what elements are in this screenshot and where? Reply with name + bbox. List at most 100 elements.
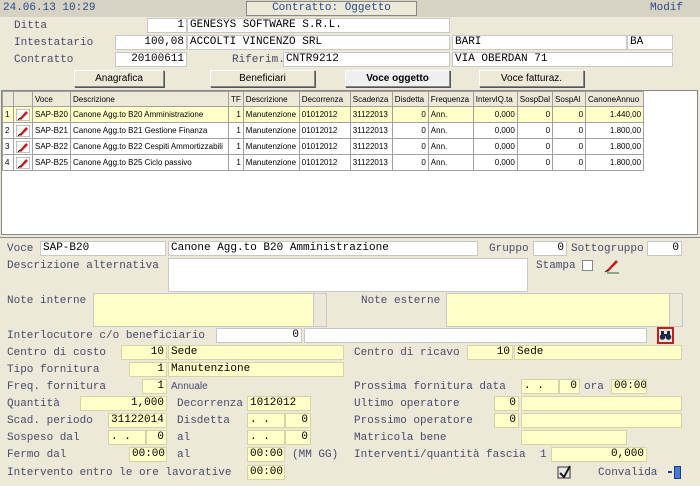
ora-field[interactable]: 00:00	[611, 379, 647, 394]
tab-voce-fatturaz[interactable]: Voce fatturaz.	[479, 70, 584, 87]
table-row[interactable]: 3 SAP-B22 Canone Agg.to B22 Cespiti Ammo…	[2, 138, 645, 155]
column-header[interactable]: Descrizione	[242, 91, 300, 107]
matricola-field[interactable]	[521, 430, 627, 445]
cell-sosp-al: 0	[552, 106, 587, 123]
interlocutore-code-field[interactable]: 0	[216, 328, 302, 343]
fermo-al-field[interactable]: 00:00	[247, 447, 285, 462]
tipo-fornitura-code-field[interactable]: 1	[129, 362, 167, 377]
sospeso-dal-value-field[interactable]: 0	[146, 430, 167, 445]
decorrenza-field[interactable]: 1012012	[247, 396, 311, 411]
pencil-edit-icon[interactable]	[16, 124, 30, 137]
convalida-toggle[interactable]	[668, 465, 684, 480]
matricola-label: Matricola bene	[354, 432, 447, 444]
cell-sosp-dal: 0	[516, 138, 554, 155]
column-header[interactable]: IntervlQ.ta	[472, 91, 518, 107]
prossima-fornitura-date-field[interactable]: . .	[521, 379, 559, 394]
scrollbar[interactable]	[313, 294, 326, 326]
column-header[interactable]: Descrizione	[70, 91, 229, 107]
fermo-al-label: al	[177, 449, 191, 461]
intestatario-code-field[interactable]: 100,08	[115, 35, 187, 50]
column-header[interactable]: CanoneAnnuo	[585, 91, 645, 107]
cell-frequenza: Ann.	[427, 106, 474, 123]
tipo-fornitura-desc-field[interactable]: Manutenzione	[168, 362, 344, 377]
pencil-edit-icon[interactable]	[16, 156, 30, 169]
ultimo-operatore-code-field[interactable]: 0	[494, 396, 519, 411]
cell-voce: SAP-B20	[32, 106, 71, 123]
edit-row-button[interactable]	[13, 138, 33, 155]
column-header[interactable]: Disdetta	[391, 91, 429, 107]
save-disk-icon[interactable]	[556, 464, 572, 480]
cell-canone-annuo: 1.800,00	[585, 154, 645, 171]
prossima-fornitura-value-field[interactable]: 0	[559, 379, 580, 394]
intestatario-name-field[interactable]: ACCOLTI VINCENZO SRL	[187, 35, 450, 50]
intestatario-prov-field[interactable]: BA	[627, 35, 673, 50]
column-header[interactable]: SospAl	[552, 91, 587, 107]
scrollbar[interactable]	[669, 294, 682, 326]
tab-voce-oggetto[interactable]: Voce oggetto	[345, 70, 450, 87]
cell-interv-qta: 0,000	[472, 154, 518, 171]
sospeso-dal-label: Sospeso dal	[7, 432, 80, 444]
interlocutore-name-field[interactable]	[304, 328, 647, 343]
edit-row-button[interactable]	[13, 154, 33, 171]
ultimo-operatore-name-field[interactable]	[521, 396, 682, 411]
centro-ricavo-code-field[interactable]: 10	[467, 345, 513, 360]
intestatario-city-field[interactable]: BARI	[452, 35, 627, 50]
cell-scadenza: 31122013	[349, 106, 393, 123]
column-header[interactable]: SospDal	[516, 91, 554, 107]
table-row[interactable]: 1 SAP-B20 Canone Agg.to B20 Amministrazi…	[2, 106, 645, 123]
address-field[interactable]: VIA OBERDAN 71	[452, 52, 673, 67]
centro-costo-code-field[interactable]: 10	[121, 345, 167, 360]
binoculars-icon[interactable]	[659, 329, 672, 342]
column-header[interactable]: Voce	[32, 91, 71, 107]
prossimo-operatore-name-field[interactable]	[521, 413, 682, 428]
table-row[interactable]: 4 SAP-B25 Canone Agg.to B25 Ciclo passiv…	[2, 154, 645, 171]
intervento-ore-field[interactable]: 00:00	[247, 465, 285, 480]
pencil-edit-icon[interactable]	[16, 108, 30, 121]
sottogruppo-label: Sottogruppo	[571, 243, 644, 255]
fermo-dal-field[interactable]: 00:00	[129, 447, 167, 462]
voce-desc-field[interactable]: Canone Agg.to B20 Amministrazione	[168, 241, 478, 256]
search-button[interactable]	[657, 327, 674, 344]
ditta-name-field[interactable]: GENESYS SOFTWARE S.R.L.	[187, 18, 450, 33]
tab-anagrafica[interactable]: Anagrafica	[74, 70, 164, 87]
cell-tf: 1	[228, 106, 244, 123]
freq-fornitura-code-field[interactable]: 1	[142, 379, 167, 394]
edit-row-button[interactable]	[13, 122, 33, 139]
edit-row-button[interactable]	[13, 106, 33, 123]
pencil-edit-icon[interactable]	[603, 257, 620, 274]
voce-code-field[interactable]: SAP-B20	[40, 241, 166, 256]
contratto-field[interactable]: 20100611	[115, 52, 187, 67]
tab-beneficiari[interactable]: Beneficiari	[210, 70, 315, 87]
table-row[interactable]: 2 SAP-B21 Canone Agg.to B21 Gestione Fin…	[2, 122, 645, 139]
cell-frequenza: Ann.	[427, 154, 474, 171]
sospeso-al-value-field[interactable]: 0	[285, 430, 311, 445]
disdetta-date-field[interactable]: . .	[247, 413, 285, 428]
note-interne-textarea[interactable]	[93, 293, 327, 327]
prossimo-operatore-code-field[interactable]: 0	[494, 413, 519, 428]
ditta-code-field[interactable]: 1	[147, 18, 187, 33]
disdetta-value-field[interactable]: 0	[285, 413, 311, 428]
column-header[interactable]: TF	[228, 91, 244, 107]
desc-alt-label: Descrizione alternativa	[7, 260, 159, 272]
cell-scadenza: 31122013	[349, 154, 393, 171]
column-header[interactable]: Decorrenza	[298, 91, 351, 107]
riferim-field[interactable]: CNTR9212	[283, 52, 450, 67]
scad-periodo-field[interactable]: 31122014	[108, 413, 167, 428]
quantita-field[interactable]: 1,000	[80, 396, 167, 411]
interventi-fascia: 1	[540, 449, 547, 461]
sospeso-al-date-field[interactable]: . .	[247, 430, 285, 445]
stampa-checkbox[interactable]	[582, 260, 593, 271]
gruppo-field[interactable]: 0	[533, 241, 567, 256]
column-header[interactable]: Frequenza	[427, 91, 474, 107]
column-header[interactable]: Scadenza	[349, 91, 393, 107]
centro-costo-desc-field[interactable]: Sede	[168, 345, 344, 360]
desc-alt-textarea[interactable]	[168, 258, 528, 292]
centro-ricavo-desc-field[interactable]: Sede	[514, 345, 682, 360]
pencil-edit-icon[interactable]	[16, 140, 30, 153]
interventi-field[interactable]: 0,000	[551, 447, 647, 462]
contratto-label: Contratto	[14, 54, 74, 66]
note-esterne-textarea[interactable]	[446, 293, 683, 327]
sospeso-dal-date-field[interactable]: . .	[108, 430, 146, 445]
sottogruppo-field[interactable]: 0	[647, 241, 682, 256]
cell-disdetta: 0	[391, 138, 429, 155]
